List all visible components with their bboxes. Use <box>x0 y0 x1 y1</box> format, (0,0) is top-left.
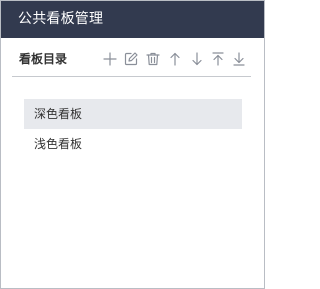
edit-icon[interactable] <box>123 51 139 67</box>
board-list: 深色看板 浅色看板 <box>24 99 242 159</box>
plus-icon[interactable] <box>102 51 118 67</box>
toolbar-divider <box>12 76 251 77</box>
arrow-to-bottom-icon[interactable] <box>231 51 247 67</box>
list-item-light-board[interactable]: 浅色看板 <box>24 129 242 159</box>
window-title: 公共看板管理 <box>1 1 264 38</box>
arrow-down-icon[interactable] <box>189 51 205 67</box>
trash-icon[interactable] <box>145 51 161 67</box>
arrow-to-top-icon[interactable] <box>210 51 226 67</box>
list-item-dark-board[interactable]: 深色看板 <box>24 99 242 129</box>
arrow-up-icon[interactable] <box>167 51 183 67</box>
board-directory-toolbar: 看板目录 <box>1 38 264 78</box>
board-manager-window: 公共看板管理 看板目录 深色看板 浅色看板 <box>0 0 265 289</box>
board-directory-title: 看板目录 <box>19 52 68 66</box>
